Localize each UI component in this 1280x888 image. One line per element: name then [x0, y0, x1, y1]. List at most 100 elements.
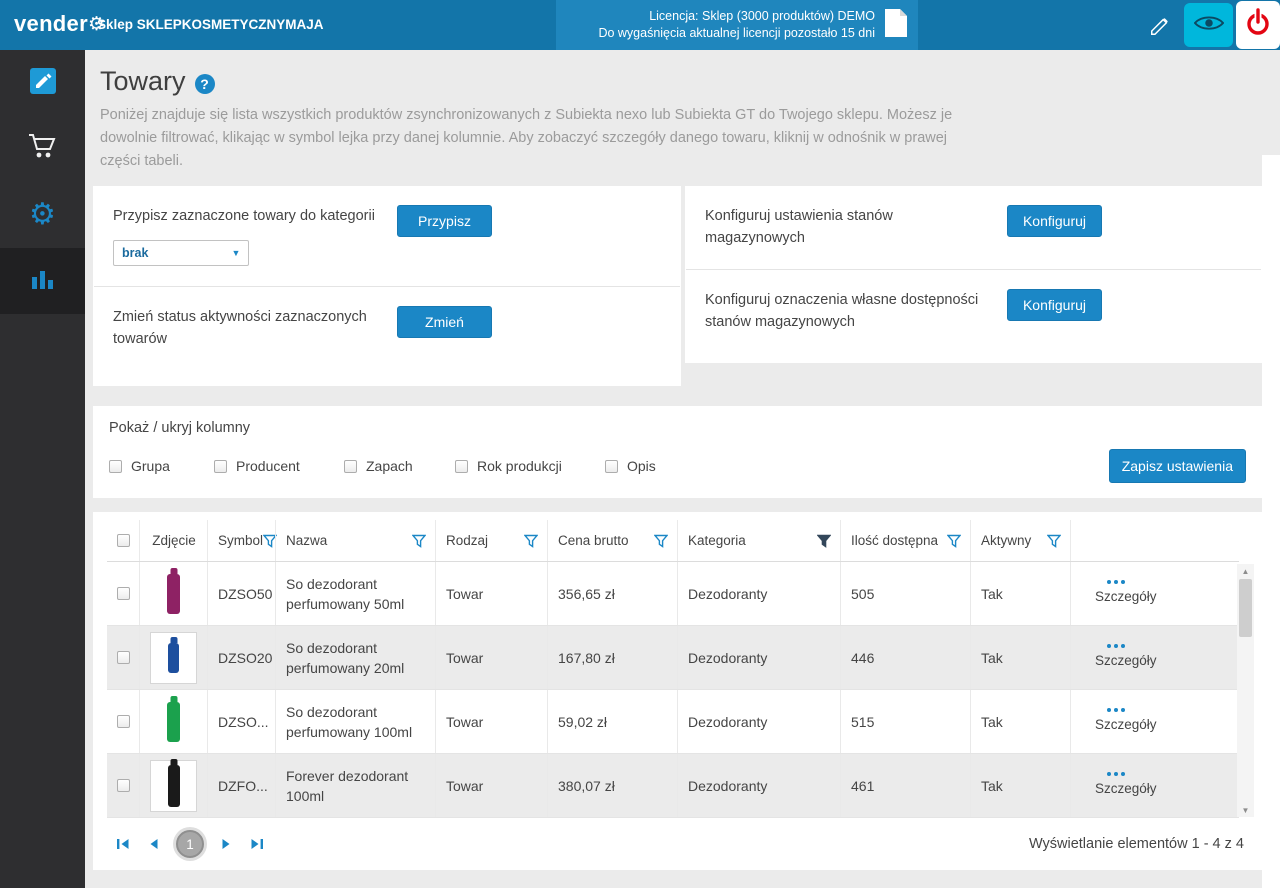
row-checkbox[interactable]: [117, 587, 130, 600]
header-symbol: Symbol: [207, 520, 275, 561]
details-link[interactable]: Szczegóły: [1095, 715, 1157, 735]
category-cell: Dezodoranty: [677, 754, 840, 817]
configure-availability-button[interactable]: Konfiguruj: [1007, 289, 1102, 321]
eye-icon: [1194, 13, 1224, 38]
price-cell: 59,02 zł: [547, 690, 677, 753]
filter-icon-price[interactable]: [654, 534, 668, 548]
sidebar-item-products[interactable]: [0, 248, 85, 314]
name-cell: So dezodorant perfumowany 20ml: [275, 626, 435, 689]
sidebar-item-orders[interactable]: [0, 116, 85, 182]
header-label: Zdjęcie: [152, 533, 196, 548]
filter-icon-quantity[interactable]: [947, 534, 961, 548]
details-link[interactable]: Szczegóły: [1095, 651, 1157, 671]
logout-button[interactable]: [1236, 1, 1280, 49]
save-settings-button[interactable]: Zapisz ustawienia: [1109, 449, 1246, 483]
header-label: Nazwa: [286, 533, 327, 548]
symbol-cell: DZSO...: [207, 690, 275, 753]
checkbox-grupa[interactable]: [109, 460, 122, 473]
filter-icon-category-active[interactable]: [817, 534, 831, 548]
change-status-button[interactable]: Zmień: [397, 306, 492, 338]
stock-settings-row: Konfiguruj ustawienia stanów magazynowyc…: [685, 186, 1262, 269]
bar-chart-icon: [30, 267, 56, 296]
quantity-cell: 461: [840, 754, 970, 817]
edit-shop-icon[interactable]: [1146, 12, 1174, 40]
column-option-grupa[interactable]: Grupa: [109, 458, 214, 474]
assign-button[interactable]: Przypisz: [397, 205, 492, 237]
category-dropdown[interactable]: brak ▼: [113, 240, 249, 266]
header-quantity: Ilość dostępna: [840, 520, 970, 561]
active-cell: Tak: [970, 754, 1070, 817]
details-link[interactable]: Szczegóły: [1095, 779, 1157, 799]
column-option-opis[interactable]: Opis: [605, 458, 695, 474]
help-icon[interactable]: ?: [195, 74, 215, 94]
last-page-button[interactable]: [245, 832, 269, 856]
row-checkbox[interactable]: [117, 651, 130, 664]
checkbox-rok-produkcji[interactable]: [455, 460, 468, 473]
products-table-panel: Zdjęcie Symbol Nazwa Rodzaj Cena brutto …: [93, 512, 1262, 870]
more-options-icon[interactable]: [1107, 772, 1125, 776]
columns-options-row: Grupa Producent Zapach Rok produkcji Opi…: [109, 449, 1246, 483]
active-cell: Tak: [970, 690, 1070, 753]
sidebar-item-settings[interactable]: ⚙: [0, 182, 85, 248]
product-image-cell: [139, 690, 207, 753]
product-image: [150, 632, 197, 684]
filter-icon-type[interactable]: [524, 534, 538, 548]
checkbox-zapach[interactable]: [344, 460, 357, 473]
previous-page-button[interactable]: [142, 832, 166, 856]
availability-label: Konfiguruj oznaczenia własne dostępności…: [705, 289, 987, 333]
license-banner: Licencja: Sklep (3000 produktów) DEMO Do…: [556, 0, 918, 50]
column-option-label: Opis: [627, 458, 656, 474]
table-row: DZFO... Forever dezodorant 100ml Towar 3…: [107, 754, 1239, 818]
bulk-actions-row: Przypisz zaznaczone towary do kategorii …: [93, 186, 1262, 386]
availability-row: Konfiguruj oznaczenia własne dostępności…: [685, 270, 1262, 353]
columns-visibility-panel: Pokaż / ukryj kolumny Grupa Producent Za…: [93, 406, 1262, 498]
row-checkbox[interactable]: [117, 715, 130, 728]
preview-shop-button[interactable]: [1184, 3, 1233, 47]
filter-icon-name[interactable]: [412, 534, 426, 548]
scrollbar-thumb[interactable]: [1239, 579, 1252, 637]
first-page-button[interactable]: [111, 832, 135, 856]
page-scrollbar-track[interactable]: [1262, 155, 1280, 888]
name-cell: Forever dezodorant 100ml: [275, 754, 435, 817]
configure-stock-button[interactable]: Konfiguruj: [1007, 205, 1102, 237]
column-option-zapach[interactable]: Zapach: [344, 458, 455, 474]
table-row: DZSO20 So dezodorant perfumowany 20ml To…: [107, 626, 1239, 690]
active-cell: Tak: [970, 562, 1070, 625]
details-link[interactable]: Szczegóły: [1095, 587, 1157, 607]
more-options-icon[interactable]: [1107, 580, 1125, 584]
assign-panel: Przypisz zaznaczone towary do kategorii …: [93, 186, 681, 386]
logo-text: vender: [14, 11, 88, 37]
checkbox-opis[interactable]: [605, 460, 618, 473]
more-options-icon[interactable]: [1107, 644, 1125, 648]
current-page-badge[interactable]: 1: [176, 830, 204, 858]
bottle-graphic: [168, 643, 179, 673]
category-cell: Dezodoranty: [677, 690, 840, 753]
select-all-checkbox[interactable]: [117, 534, 130, 547]
document-icon[interactable]: [884, 8, 908, 43]
name-cell: So dezodorant perfumowany 100ml: [275, 690, 435, 753]
pagination-summary: Wyświetlanie elementów 1 - 4 z 4: [1029, 836, 1244, 852]
more-options-icon[interactable]: [1107, 708, 1125, 712]
scroll-up-icon[interactable]: ▲: [1237, 564, 1254, 578]
change-status-row: Zmień status aktywności zaznaczonych tow…: [93, 287, 681, 370]
scroll-down-icon[interactable]: ▼: [1237, 803, 1254, 817]
change-status-label: Zmień status aktywności zaznaczonych tow…: [113, 306, 377, 350]
column-option-producent[interactable]: Producent: [214, 458, 344, 474]
column-option-rok-produkcji[interactable]: Rok produkcji: [455, 458, 605, 474]
bottle-graphic: [168, 765, 180, 807]
sidebar-item-edit[interactable]: [0, 50, 85, 116]
scrollbar-track[interactable]: [1237, 638, 1254, 803]
column-option-label: Zapach: [366, 458, 413, 474]
page-title: Towary: [100, 66, 186, 97]
assign-category-row: Przypisz zaznaczone towary do kategorii …: [93, 186, 681, 286]
category-dropdown-value: brak: [114, 246, 224, 260]
product-image: [150, 567, 197, 621]
row-checkbox[interactable]: [117, 779, 130, 792]
table-scrollbar[interactable]: ▲ ▼: [1237, 564, 1254, 817]
header-type: Rodzaj: [435, 520, 547, 561]
type-cell: Towar: [435, 690, 547, 753]
filter-icon-active[interactable]: [1047, 534, 1061, 548]
next-page-button[interactable]: [214, 832, 238, 856]
checkbox-producent[interactable]: [214, 460, 227, 473]
header-label: Rodzaj: [446, 533, 488, 548]
